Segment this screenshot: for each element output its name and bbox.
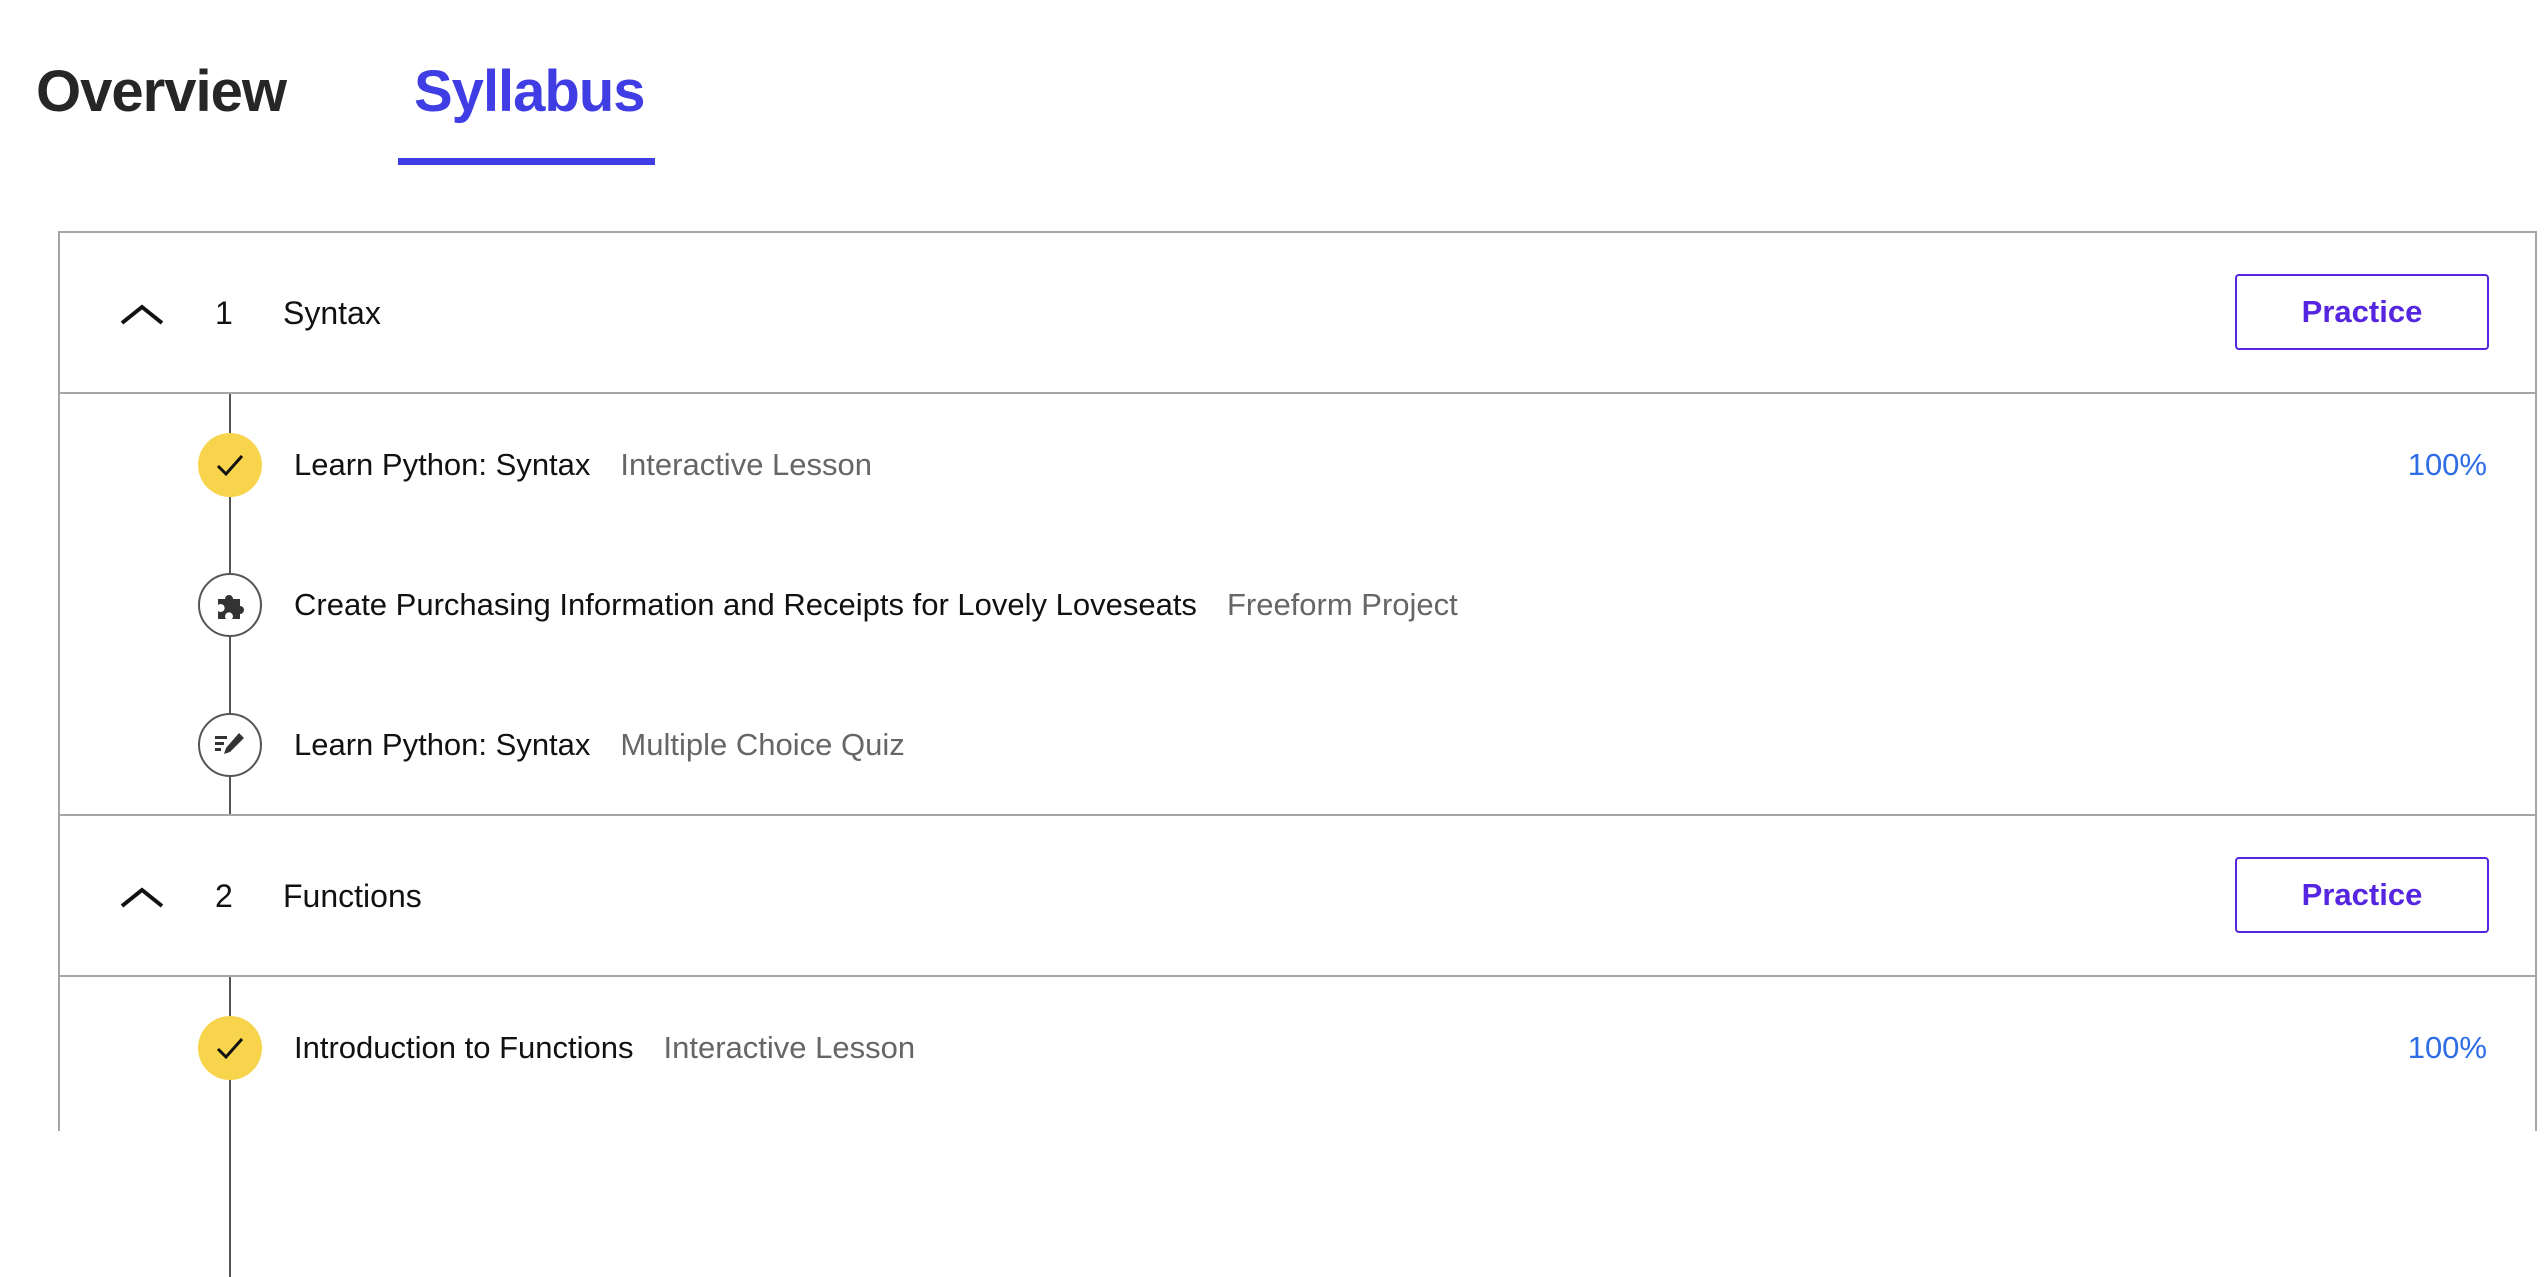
quiz-pencil-icon [198,713,262,777]
chevron-up-icon[interactable] [120,299,164,329]
syllabus-list: 1 Syntax Practice Learn Python: Syntax In… [58,231,2537,1277]
practice-button[interactable]: Practice [2235,274,2489,350]
active-tab-indicator [398,158,655,165]
section-number: 1 [215,295,233,331]
check-icon [198,433,262,497]
item-progress: 100% [2407,1030,2487,1065]
item-title[interactable]: Learn Python: Syntax [294,727,590,762]
item-progress: 100% [2407,447,2487,482]
tab-syllabus[interactable]: Syllabus [414,58,646,125]
item-title[interactable]: Learn Python: Syntax [294,447,590,482]
section-items: Introduction to Functions Interactive Les… [60,977,2535,1277]
list-item[interactable]: Create Purchasing Information and Receip… [60,534,2535,674]
list-item[interactable]: Introduction to Functions Interactive Les… [60,977,2535,1117]
section-header[interactable]: 1 Syntax Practice [60,233,2535,394]
puzzle-icon [198,573,262,637]
section-title: Syntax [283,295,381,331]
section-number: 2 [215,878,233,914]
item-title[interactable]: Create Purchasing Information and Receip… [294,587,1197,622]
item-type: Interactive Lesson [663,1030,916,1065]
list-item[interactable]: Learn Python: Syntax Multiple Choice Quiz [60,674,2535,814]
section-items: Learn Python: Syntax Interactive Lesson 1… [60,394,2535,816]
list-item[interactable]: Learn Python: Syntax Interactive Lesson 1… [60,394,2535,534]
section-title: Functions [283,878,422,914]
tab-overview[interactable]: Overview [36,58,287,125]
check-icon [198,1016,262,1080]
section-header[interactable]: 2 Functions Practice [60,816,2535,977]
item-type: Multiple Choice Quiz [620,727,905,762]
item-title[interactable]: Introduction to Functions [294,1030,633,1065]
chevron-up-icon[interactable] [120,882,164,912]
practice-button[interactable]: Practice [2235,857,2489,933]
item-type: Interactive Lesson [620,447,873,482]
item-type: Freeform Project [1226,587,1458,622]
